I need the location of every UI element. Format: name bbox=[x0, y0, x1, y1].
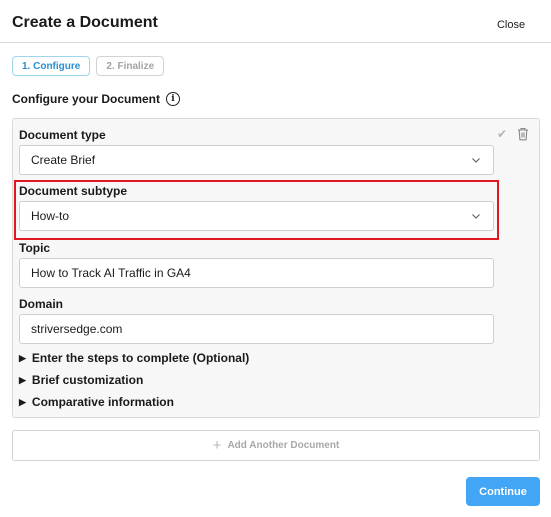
add-document-label: Add Another Document bbox=[227, 440, 340, 451]
card-actions: ✔ bbox=[497, 127, 529, 141]
info-icon[interactable]: i bbox=[166, 92, 181, 106]
topic-input[interactable]: How to Track AI Traffic in GA4 bbox=[19, 258, 494, 288]
add-another-document-button[interactable]: + Add Another Document bbox=[12, 430, 540, 461]
expander-steps-label: Enter the steps to complete (Optional) bbox=[31, 351, 250, 365]
close-button[interactable]: Close bbox=[486, 19, 536, 31]
document-subtype-value: How-to bbox=[31, 209, 70, 223]
triangle-right-icon: ▶ bbox=[19, 352, 26, 363]
expander-steps[interactable]: ▶ Enter the steps to complete (Optional) bbox=[19, 351, 249, 365]
expander-comparative-information[interactable]: ▶ Comparative information bbox=[19, 395, 174, 409]
triangle-right-icon: ▶ bbox=[19, 374, 26, 385]
domain-value: striversedge.com bbox=[31, 322, 123, 336]
document-type-select[interactable]: Create Brief bbox=[19, 145, 494, 175]
step-finalize[interactable]: 2. Finalize bbox=[96, 56, 165, 76]
stepper: 1. Configure 2. Finalize bbox=[12, 56, 165, 76]
topic-label: Topic bbox=[19, 241, 51, 255]
expander-brief-customization[interactable]: ▶ Brief customization bbox=[19, 373, 143, 387]
domain-input[interactable]: striversedge.com bbox=[19, 314, 494, 344]
expander-brief-label: Brief customization bbox=[31, 373, 144, 387]
expander-comparative-label: Comparative information bbox=[31, 395, 174, 409]
topic-value: How to Track AI Traffic in GA4 bbox=[31, 266, 191, 280]
modal-title: Create a Document bbox=[12, 14, 158, 31]
document-subtype-label: Document subtype bbox=[19, 184, 128, 198]
modal-header: Create a Document Close bbox=[0, 0, 551, 43]
step-configure[interactable]: 1. Configure bbox=[12, 56, 91, 76]
continue-button[interactable]: Continue bbox=[466, 477, 540, 506]
document-subtype-select[interactable]: How-to bbox=[19, 201, 494, 231]
chevron-down-icon bbox=[472, 158, 480, 163]
section-title: Configure your Document bbox=[12, 92, 161, 106]
document-type-label: Document type bbox=[19, 128, 106, 142]
section-heading: Configure your Document i bbox=[12, 92, 181, 106]
plus-icon: + bbox=[212, 437, 222, 454]
trash-icon[interactable] bbox=[517, 127, 529, 141]
triangle-right-icon: ▶ bbox=[19, 396, 26, 407]
chevron-down-icon bbox=[472, 214, 480, 219]
document-type-value: Create Brief bbox=[31, 153, 96, 167]
check-icon[interactable]: ✔ bbox=[497, 127, 507, 141]
domain-label: Domain bbox=[19, 297, 64, 311]
